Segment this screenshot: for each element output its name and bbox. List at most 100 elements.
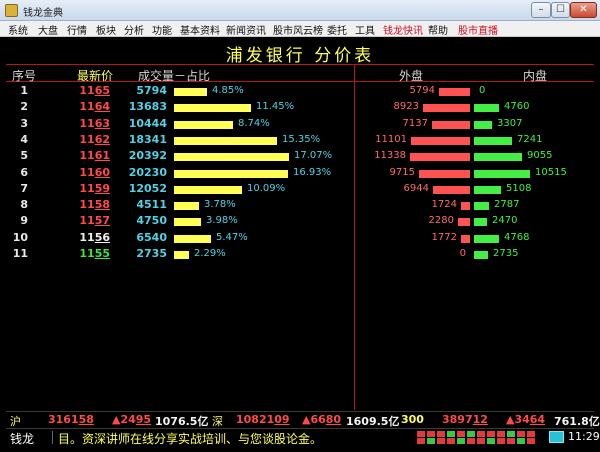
row-outer-volume: 6944	[403, 182, 429, 194]
menu-item-quotes[interactable]: 行情	[67, 22, 87, 37]
title-bar: 钱龙金典 – ☐ ✕	[0, 0, 600, 21]
row-index: 10	[12, 230, 28, 244]
outer-bar	[439, 88, 470, 96]
header-volume: 成交量－占比	[138, 69, 211, 83]
maximize-button[interactable]: ☐	[551, 2, 570, 18]
menu-item-flash-news[interactable]: 钱龙快讯	[383, 22, 423, 37]
row-percent: 4.85%	[212, 85, 244, 96]
indicator-block	[527, 431, 535, 437]
indicator-block	[497, 431, 505, 437]
row-volume: 4750	[136, 214, 167, 228]
screen-toggle-icon[interactable]	[549, 431, 564, 443]
app-icon	[5, 4, 18, 17]
row-price: 1160	[79, 165, 110, 179]
indicator-block	[507, 438, 515, 444]
row-percent: 2.29%	[194, 248, 226, 259]
row-outer-volume: 9715	[389, 166, 415, 178]
row-percent: 3.98%	[206, 215, 238, 227]
sh-index-value[interactable]: 316158	[48, 413, 94, 426]
volume-bar	[174, 185, 242, 194]
sh-index-change: ▲2495	[112, 413, 152, 426]
row-volume: 6540	[136, 230, 167, 244]
clock: 11:29	[568, 430, 600, 443]
inner-bar	[474, 234, 499, 243]
minimize-button[interactable]: –	[531, 2, 551, 18]
table-row[interactable]: 8 1158 4511 3.78% 1724 2787	[6, 198, 594, 214]
outer-bar	[411, 136, 470, 145]
inner-bar	[474, 153, 522, 162]
indicator-block	[517, 438, 525, 444]
table-row[interactable]: 7 1159 12052 10.09% 6944 5108	[6, 182, 594, 198]
volume-bar	[174, 202, 199, 211]
menu-item-tools[interactable]: 工具	[355, 22, 375, 37]
menu-item-sectors[interactable]: 板块	[96, 22, 116, 37]
menu-item-basic-info[interactable]: 基本资料	[180, 22, 220, 37]
row-outer-volume: 5794	[409, 85, 435, 96]
row-percent: 15.35%	[282, 133, 321, 145]
volume-bar	[174, 169, 288, 178]
status-separator	[52, 431, 53, 444]
menu-item-analysis[interactable]: 分析	[124, 22, 144, 37]
page-title: 浦发银行 分价表	[225, 46, 375, 66]
menu-item-live[interactable]: 股市直播	[458, 22, 498, 37]
row-outer-volume: 11338	[374, 150, 406, 162]
indicator-block	[487, 438, 495, 444]
volume-bar	[174, 153, 289, 162]
window-title: 钱龙金典	[23, 8, 63, 19]
indicator-block	[507, 431, 515, 437]
volume-bar	[174, 251, 189, 259]
row-percent: 11.45%	[256, 101, 295, 113]
table-row[interactable]: 2 1164 13683 11.45% 8923 4760	[6, 100, 594, 116]
table-row[interactable]: 9 1157 4750 3.98% 2280 2470	[6, 214, 594, 230]
title-divider	[6, 64, 594, 65]
menu-item-ranking[interactable]: 股市风云榜	[273, 22, 323, 37]
menu-item-news[interactable]: 新闻资讯	[226, 22, 266, 37]
news-ticker[interactable]: 目。资深讲师在线分享实战培训、与您谈股论金。	[58, 430, 322, 447]
row-inner-volume: 4768	[504, 231, 530, 243]
volume-bar	[174, 120, 233, 129]
close-button[interactable]: ✕	[570, 2, 597, 18]
menu-item-help[interactable]: 帮助	[428, 22, 448, 37]
header-inner: 内盘	[523, 69, 548, 83]
row-price: 1164	[79, 100, 110, 114]
row-index: 3	[20, 116, 28, 130]
row-inner-volume: 9055	[527, 150, 553, 162]
row-inner-volume: 0	[479, 85, 486, 96]
table-row[interactable]: 1 1165 5794 4.85% 5794 0	[6, 84, 594, 100]
row-price: 1157	[79, 214, 110, 228]
row-inner-volume: 3307	[497, 117, 523, 129]
row-volume: 10444	[128, 116, 167, 130]
i300-label: 300	[401, 413, 424, 426]
table-row[interactable]: 10 1156 6540 5.47% 1772 4768	[6, 231, 594, 247]
indicator-block	[477, 431, 485, 437]
row-outer-volume: 7137	[402, 117, 428, 129]
menu-item-market[interactable]: 大盘	[38, 22, 58, 37]
table-row[interactable]: 4 1162 18341 15.35% 11101 7241	[6, 133, 594, 149]
header-price: 最新价	[77, 69, 114, 83]
table-row[interactable]: 11 1155 2735 2.29% 0 2735	[6, 247, 594, 263]
menu-item-functions[interactable]: 功能	[152, 22, 172, 37]
inner-bar	[474, 202, 489, 211]
sz-index-change: ▲6680	[302, 413, 342, 426]
row-index: 5	[20, 149, 28, 163]
row-inner-volume: 2735	[493, 248, 519, 259]
table-row[interactable]: 6 1160 20230 16.93% 9715 10515	[6, 166, 594, 182]
header-index: 序号	[12, 69, 37, 83]
row-volume: 2735	[136, 247, 167, 260]
i300-index-value[interactable]: 389712	[442, 413, 488, 426]
menu-item-system[interactable]: 系统	[8, 22, 28, 37]
volume-bar	[174, 136, 277, 145]
sz-index-value[interactable]: 1082109	[236, 413, 290, 426]
row-inner-volume: 2787	[494, 199, 520, 211]
table-row[interactable]: 5 1161 20392 17.07% 11338 9055	[6, 149, 594, 165]
inner-bar	[474, 169, 530, 178]
menu-item-trade[interactable]: 委托	[327, 22, 347, 37]
indicator-block	[527, 438, 535, 444]
sh-label: 沪	[10, 415, 21, 428]
volume-bar	[174, 88, 207, 96]
row-volume: 12052	[128, 181, 167, 195]
i300-index-change: ▲3464	[506, 413, 546, 426]
price-distribution-panel: 浦发银行 分价表 序号 最新价 成交量－占比 外盘 内盘 1 1165 5794 4.…	[6, 38, 594, 410]
row-inner-volume: 2470	[492, 215, 518, 227]
table-row[interactable]: 3 1163 10444 8.74% 7137 3307	[6, 117, 594, 133]
